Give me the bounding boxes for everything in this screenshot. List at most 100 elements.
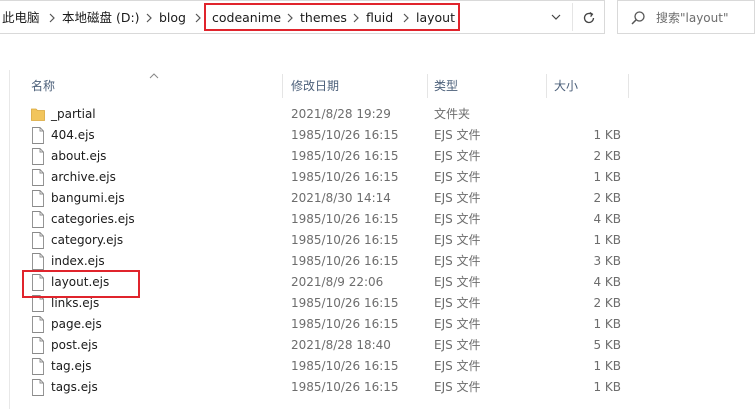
file-date: 1985/10/26 16:15 — [291, 359, 399, 373]
chevron-right-icon[interactable] — [48, 11, 56, 25]
list-item[interactable]: _partial 2021/8/28 19:29 文件夹 — [23, 104, 633, 125]
list-item[interactable]: categories.ejs 1985/10/26 16:15 EJS 文件 4… — [23, 209, 633, 230]
file-name: archive.ejs — [51, 170, 116, 184]
column-header-name[interactable]: 名称 — [31, 74, 55, 98]
file-type: EJS 文件 — [434, 149, 481, 163]
list-item[interactable]: about.ejs 1985/10/26 16:15 EJS 文件 2 KB — [23, 146, 633, 167]
column-divider[interactable] — [282, 74, 283, 98]
file-type: EJS 文件 — [434, 296, 481, 310]
file-date: 1985/10/26 16:15 — [291, 212, 399, 226]
file-date: 1985/10/26 16:15 — [291, 296, 399, 310]
breadcrumb-layout[interactable]: layout — [416, 10, 455, 26]
file-icon — [31, 295, 45, 312]
chevron-right-icon[interactable] — [194, 11, 202, 25]
file-name: tags.ejs — [51, 380, 98, 394]
refresh-icon[interactable] — [580, 9, 598, 27]
search-placeholder[interactable]: 搜索"layout" — [656, 10, 728, 26]
file-icon — [31, 274, 45, 291]
file-size: 1 KB — [593, 170, 621, 184]
file-type: EJS 文件 — [434, 338, 481, 352]
file-date: 1985/10/26 16:15 — [291, 254, 399, 268]
file-type: 文件夹 — [434, 107, 471, 121]
folder-icon — [31, 106, 45, 123]
file-size: 2 KB — [593, 191, 621, 205]
file-type: EJS 文件 — [434, 359, 481, 373]
file-size: 1 KB — [593, 359, 621, 373]
column-header-type[interactable]: 类型 — [434, 74, 458, 98]
file-size: 1 KB — [593, 380, 621, 394]
list-item[interactable]: bangumi.ejs 2021/8/30 14:14 EJS 文件 2 KB — [23, 188, 633, 209]
breadcrumb-fluid[interactable]: fluid — [366, 10, 393, 26]
file-date: 1985/10/26 16:15 — [291, 170, 399, 184]
list-item[interactable]: links.ejs 1985/10/26 16:15 EJS 文件 2 KB — [23, 293, 633, 314]
chevron-right-icon[interactable] — [286, 11, 294, 25]
file-name: page.ejs — [51, 317, 102, 331]
breadcrumb-codeanime[interactable]: codeanime — [212, 10, 281, 26]
file-date: 1985/10/26 16:15 — [291, 128, 399, 142]
file-name: post.ejs — [51, 338, 98, 352]
file-icon — [31, 211, 45, 228]
file-name: tag.ejs — [51, 359, 92, 373]
file-name: about.ejs — [51, 149, 107, 163]
list-item[interactable]: tags.ejs 1985/10/26 16:15 EJS 文件 1 KB — [23, 377, 633, 398]
breadcrumb-themes[interactable]: themes — [300, 10, 347, 26]
file-size: 2 KB — [593, 149, 621, 163]
list-item[interactable]: post.ejs 2021/8/28 18:40 EJS 文件 5 KB — [23, 335, 633, 356]
file-size: 1 KB — [593, 233, 621, 247]
file-type: EJS 文件 — [434, 380, 481, 394]
chevron-right-icon[interactable] — [145, 11, 153, 25]
file-type: EJS 文件 — [434, 275, 481, 289]
file-icon — [31, 232, 45, 249]
search-box[interactable]: 搜索"layout" — [617, 0, 755, 34]
list-item[interactable]: archive.ejs 1985/10/26 16:15 EJS 文件 1 KB — [23, 167, 633, 188]
file-size: 2 KB — [593, 296, 621, 310]
file-type: EJS 文件 — [434, 170, 481, 184]
file-size: 3 KB — [593, 254, 621, 268]
file-type: EJS 文件 — [434, 191, 481, 205]
chevron-right-icon[interactable] — [352, 11, 360, 25]
file-icon — [31, 379, 45, 396]
column-header-date[interactable]: 修改日期 — [291, 74, 339, 98]
file-icon — [31, 316, 45, 333]
file-type: EJS 文件 — [434, 128, 481, 142]
list-item[interactable]: layout.ejs 2021/8/9 22:06 EJS 文件 4 KB — [23, 272, 633, 293]
file-date: 1985/10/26 16:15 — [291, 149, 399, 163]
chevron-right-icon[interactable] — [402, 11, 410, 25]
file-name: index.ejs — [51, 254, 105, 268]
column-divider[interactable] — [546, 74, 547, 98]
column-divider[interactable] — [427, 74, 428, 98]
breadcrumb-drive-d[interactable]: 本地磁盘 (D:) — [62, 10, 140, 26]
file-size: 1 KB — [593, 317, 621, 331]
file-date: 1985/10/26 16:15 — [291, 317, 399, 331]
file-icon — [31, 169, 45, 186]
file-type: EJS 文件 — [434, 254, 481, 268]
column-header-size[interactable]: 大小 — [554, 74, 578, 98]
file-name: bangumi.ejs — [51, 191, 125, 205]
file-date: 2021/8/28 19:29 — [291, 107, 391, 121]
file-date: 2021/8/28 18:40 — [291, 338, 391, 352]
breadcrumb-blog[interactable]: blog — [159, 10, 186, 26]
search-icon — [630, 10, 646, 26]
file-type: EJS 文件 — [434, 212, 481, 226]
file-name: 404.ejs — [51, 128, 95, 142]
file-icon — [31, 253, 45, 270]
file-date: 2021/8/30 14:14 — [291, 191, 391, 205]
navigation-pane-edge — [0, 70, 10, 409]
breadcrumb-this-pc[interactable]: 此电脑 — [2, 10, 40, 26]
file-name: categories.ejs — [51, 212, 135, 226]
address-bar[interactable]: 此电脑 本地磁盘 (D:) blog codeanime themes flui… — [0, 0, 605, 34]
list-item[interactable]: category.ejs 1985/10/26 16:15 EJS 文件 1 K… — [23, 230, 633, 251]
list-item[interactable]: tag.ejs 1985/10/26 16:15 EJS 文件 1 KB — [23, 356, 633, 377]
file-type: EJS 文件 — [434, 233, 481, 247]
file-size: 5 KB — [593, 338, 621, 352]
chevron-down-icon[interactable] — [549, 10, 563, 24]
file-icon — [31, 337, 45, 354]
file-size: 1 KB — [593, 128, 621, 142]
divider — [572, 3, 573, 31]
list-item[interactable]: 404.ejs 1985/10/26 16:15 EJS 文件 1 KB — [23, 125, 633, 146]
column-divider[interactable] — [628, 74, 629, 98]
list-item[interactable]: page.ejs 1985/10/26 16:15 EJS 文件 1 KB — [23, 314, 633, 335]
list-item[interactable]: index.ejs 1985/10/26 16:15 EJS 文件 3 KB — [23, 251, 633, 272]
file-date: 1985/10/26 16:15 — [291, 233, 399, 247]
file-name: layout.ejs — [51, 275, 110, 289]
